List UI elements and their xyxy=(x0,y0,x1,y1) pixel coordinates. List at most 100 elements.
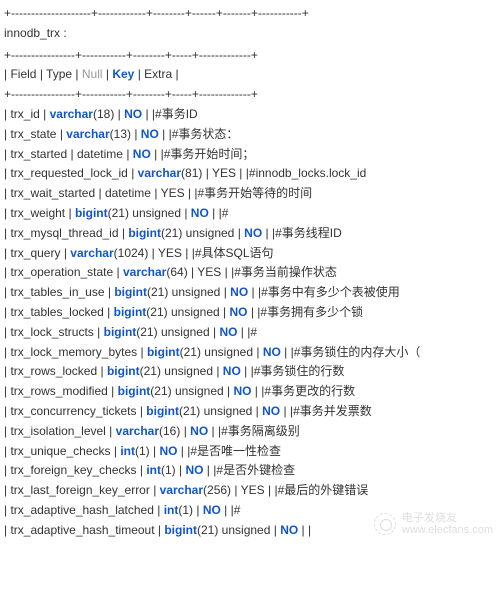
field-type-kw: varchar xyxy=(66,127,109,141)
field-null: NO xyxy=(230,285,248,299)
field-comment: #是否外键检查 xyxy=(216,463,295,477)
field-name: trx_tables_in_use xyxy=(10,285,104,299)
field-comment: #事务当前操作状态 xyxy=(234,265,337,279)
table-row: | trx_tables_locked | bigint(21) unsigne… xyxy=(4,303,497,323)
field-type-kw: bigint xyxy=(147,345,180,359)
field-type-args: (21) unsigned xyxy=(161,226,234,240)
field-null: NO xyxy=(280,523,298,537)
field-comment: #事务开始时间； xyxy=(164,147,255,161)
separator-header: +----------------+-----------+--------+-… xyxy=(4,46,497,66)
field-name: trx_last_foreign_key_error xyxy=(10,483,149,497)
table-row: | trx_adaptive_hash_timeout | bigint(21)… xyxy=(4,521,497,541)
field-null: NO xyxy=(124,107,142,121)
field-name: trx_isolation_level xyxy=(10,424,105,438)
table-row: | trx_adaptive_hash_latched | int(1) | N… xyxy=(4,501,497,521)
field-type-kw: bigint xyxy=(75,206,108,220)
field-null: NO xyxy=(191,206,209,220)
table-row: | trx_weight | bigint(21) unsigned | NO … xyxy=(4,204,497,224)
field-null: YES xyxy=(197,265,221,279)
field-name: trx_mysql_thread_id xyxy=(10,226,118,240)
table-row: | trx_isolation_level | varchar(16) | NO… xyxy=(4,422,497,442)
table-row: | trx_wait_started | datetime | YES | |#… xyxy=(4,184,497,204)
field-comment: # xyxy=(234,503,241,517)
field-type-args: (21) unsigned xyxy=(150,384,223,398)
field-name: trx_unique_checks xyxy=(10,444,110,458)
field-comment: #是否唯一性检查 xyxy=(190,444,281,458)
field-type-args: (21) unsigned xyxy=(197,523,270,537)
table-row: | trx_rows_locked | bigint(21) unsigned … xyxy=(4,362,497,382)
table-row: | trx_concurrency_tickets | bigint(21) u… xyxy=(4,402,497,422)
table-row: | trx_query | varchar(1024) | YES | |#具体… xyxy=(4,244,497,264)
field-name: trx_rows_modified xyxy=(10,384,107,398)
table-row: | trx_rows_modified | bigint(21) unsigne… xyxy=(4,382,497,402)
field-type-kw: bigint xyxy=(128,226,161,240)
field-type-kw: bigint xyxy=(104,325,137,339)
field-null: YES xyxy=(161,186,185,200)
field-comment: #事务更改的行数 xyxy=(264,384,355,398)
field-type-kw: int xyxy=(146,463,161,477)
field-name: trx_started xyxy=(10,147,67,161)
table-row: | trx_lock_memory_bytes | bigint(21) uns… xyxy=(4,343,497,363)
field-null: NO xyxy=(190,424,208,438)
field-type-args: (21) unsigned xyxy=(140,364,213,378)
field-name: trx_tables_locked xyxy=(10,305,103,319)
field-type-args: (16) xyxy=(159,424,180,438)
field-name: trx_requested_lock_id xyxy=(10,166,127,180)
field-comment: #事务并发票数 xyxy=(293,404,372,418)
separator-body: +----------------+-----------+--------+-… xyxy=(4,85,497,105)
field-null: NO xyxy=(262,404,280,418)
field-comment: #事务隔离级别 xyxy=(221,424,300,438)
field-name: trx_wait_started xyxy=(10,186,95,200)
field-type-args: (1024) xyxy=(114,246,149,260)
field-type-kw: int xyxy=(164,503,179,517)
field-type-kw: varchar xyxy=(70,246,113,260)
field-null: NO xyxy=(233,384,251,398)
field-type-kw: varchar xyxy=(138,166,181,180)
field-null: NO xyxy=(223,364,241,378)
field-comment: # xyxy=(250,325,257,339)
field-type-kw: varchar xyxy=(160,483,203,497)
table-row: | trx_foreign_key_checks | int(1) | NO |… xyxy=(4,461,497,481)
field-type-kw: varchar xyxy=(116,424,159,438)
table-row: | trx_last_foreign_key_error | varchar(2… xyxy=(4,481,497,501)
field-null: NO xyxy=(219,325,237,339)
field-name: trx_id xyxy=(10,107,39,121)
field-null: NO xyxy=(185,463,203,477)
field-type-args: (21) unsigned xyxy=(147,285,220,299)
field-type-kw: varchar xyxy=(123,265,166,279)
field-null: NO xyxy=(229,305,247,319)
field-type-args: (21) unsigned xyxy=(136,325,209,339)
field-type-kw: bigint xyxy=(114,285,147,299)
field-type-args: (21) unsigned xyxy=(146,305,219,319)
table-row: | trx_lock_structs | bigint(21) unsigned… xyxy=(4,323,497,343)
field-name: trx_lock_structs xyxy=(10,325,93,339)
field-type-args: (81) xyxy=(181,166,202,180)
table-row: | trx_operation_state | varchar(64) | YE… xyxy=(4,263,497,283)
field-type-args: (21) unsigned xyxy=(108,206,181,220)
field-comment: #事务锁住的行数 xyxy=(254,364,345,378)
field-null: NO xyxy=(133,147,151,161)
header-row: | Field | Type | Null | Key | Extra | xyxy=(4,65,497,85)
field-null: NO xyxy=(203,503,221,517)
table-row: | trx_unique_checks | int(1) | NO | |#是否… xyxy=(4,442,497,462)
field-comment: #事务中有多少个表被使用 xyxy=(261,285,400,299)
field-type-kw: bigint xyxy=(107,364,140,378)
field-comment: #事务ID xyxy=(155,107,198,121)
table-row: | trx_started | datetime | NO | |#事务开始时间… xyxy=(4,145,497,165)
table-row: | trx_id | varchar(18) | NO | |#事务ID xyxy=(4,105,497,125)
field-type-args: (18) xyxy=(93,107,114,121)
field-name: trx_query xyxy=(10,246,60,260)
field-comment: #最后的外键错误 xyxy=(278,483,369,497)
field-null: NO xyxy=(141,127,159,141)
header-extra: Extra xyxy=(144,67,172,81)
table-row: | trx_state | varchar(13) | NO | |#事务状态： xyxy=(4,125,497,145)
field-null: NO xyxy=(263,345,281,359)
field-comment: #事务开始等待的时间 xyxy=(198,186,313,200)
header-field: Field xyxy=(10,67,36,81)
field-null: YES xyxy=(212,166,236,180)
field-type: datetime xyxy=(77,147,123,161)
field-name: trx_weight xyxy=(10,206,65,220)
field-type-kw: bigint xyxy=(118,384,151,398)
header-null: Null xyxy=(82,67,103,81)
field-type-args: (256) xyxy=(203,483,231,497)
